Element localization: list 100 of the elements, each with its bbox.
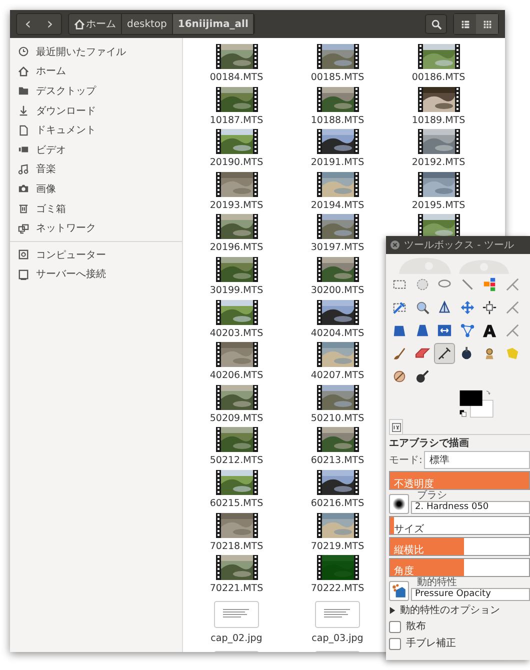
tool-icon — [504, 277, 520, 292]
sidebar-item[interactable]: 画像 — [10, 179, 182, 199]
tool-options-tab[interactable] — [389, 419, 403, 434]
brush-field[interactable]: 2. Hardness 050 — [411, 501, 530, 514]
sidebar-label: ネットワーク — [36, 222, 96, 236]
mode-label: モード: — [389, 454, 422, 467]
checkbox-label: 手ブレ補正 — [406, 637, 456, 651]
back-button[interactable]: ‹ — [17, 14, 39, 34]
sidebar-label: ダウンロード — [36, 104, 96, 118]
sidebar-item[interactable]: ドキュメント — [10, 120, 182, 140]
brush-label: ブラシ — [416, 491, 448, 501]
file-name: 70221.MTS — [210, 583, 264, 594]
file-name: 00185.MTS — [310, 72, 364, 83]
sidebar-label: 最近開いたファイル — [36, 46, 126, 59]
sidebar-item[interactable]: コンピューター — [10, 244, 182, 265]
dynamics-label: 動的特性 — [416, 578, 458, 588]
sidebar-item[interactable]: ゴミ箱 — [10, 198, 182, 218]
sidebar-item[interactable]: サーバーへ接続 — [10, 264, 182, 284]
tool-button[interactable] — [434, 343, 455, 364]
tool-icon — [392, 323, 407, 338]
brush-icon — [391, 496, 407, 512]
file-name: 00184.MTS — [210, 72, 264, 83]
color-swatch-drawing[interactable] — [458, 389, 494, 420]
place-icon — [18, 66, 29, 77]
place-icon — [18, 203, 29, 214]
sidebar-item[interactable]: ネットワーク — [10, 218, 182, 238]
file-name: 00186.MTS — [412, 72, 466, 83]
place-icon — [18, 183, 29, 194]
tool-options-icon — [392, 422, 400, 432]
grid-view-button[interactable] — [476, 14, 498, 34]
window-title: ツールボックス - ツール — [404, 239, 514, 252]
dynamics-options-expander[interactable]: 動的特性のオプション — [389, 603, 530, 617]
sidebar-item[interactable]: 最近開いたファイル — [10, 42, 182, 62]
file-name: 60213.MTS — [310, 455, 364, 466]
file-name: 30199.MTS — [210, 284, 264, 296]
checkbox-label: 散布 — [406, 620, 426, 634]
place-icon — [18, 164, 29, 175]
file-name: 20190.MTS — [210, 157, 264, 168]
dynamics-field[interactable]: Pressure Opacity — [411, 588, 530, 601]
tool-icon — [414, 323, 430, 338]
file-name: 20193.MTS — [210, 200, 264, 211]
file-name: 40207.MTS — [310, 370, 364, 382]
tool-icon — [392, 300, 407, 315]
tool-icon — [392, 346, 407, 361]
image-thumbnail — [214, 600, 259, 628]
tool-icon — [482, 323, 497, 338]
file-name: 70222.MTS — [310, 583, 364, 594]
tool-icon — [504, 323, 520, 338]
mode-dropdown[interactable]: 標準 — [424, 451, 530, 469]
option-slider[interactable]: サイズ — [389, 516, 530, 535]
grid-icon — [482, 18, 492, 30]
sidebar-item[interactable]: 音楽 — [10, 160, 182, 180]
sidebar-label: デスクトップ — [36, 84, 96, 98]
options-title: エアブラシで描画 — [389, 436, 470, 450]
file-name: 10187.MTS — [210, 114, 264, 126]
file-name: 10188.MTS — [310, 114, 364, 126]
tool-icon — [460, 277, 474, 292]
sidebar-label: ゴミ箱 — [36, 202, 66, 216]
sidebar-label: ホーム — [36, 65, 66, 78]
file-name: 40204.MTS — [310, 328, 364, 339]
sidebar-item[interactable]: ビデオ — [10, 140, 182, 160]
tool-icon — [414, 369, 430, 384]
file-name: 70218.MTS — [210, 540, 264, 552]
list-icon — [460, 18, 470, 30]
file-name: 60216.MTS — [310, 498, 364, 509]
brush-preview[interactable] — [389, 494, 409, 514]
home-icon — [74, 18, 85, 30]
tool-icon — [504, 346, 520, 361]
tool-icon — [460, 300, 474, 315]
tool-icon — [437, 300, 452, 315]
sidebar-item[interactable]: デスクトップ — [10, 81, 182, 101]
checkbox[interactable] — [389, 638, 401, 650]
path-button[interactable]: ホーム — [69, 14, 122, 34]
file-name: cap_03.jpg — [312, 632, 364, 644]
tool-icon — [392, 369, 407, 384]
tool-icon — [504, 300, 520, 315]
sidebar-label: コンピューター — [36, 248, 106, 262]
place-icon — [18, 144, 29, 156]
tool-icon — [437, 323, 452, 338]
place-icon — [18, 46, 29, 58]
tool-icon — [482, 277, 497, 292]
path-button[interactable]: 16niijima_all — [172, 14, 254, 34]
tool-icon — [437, 346, 452, 361]
sidebar-label: ドキュメント — [36, 124, 96, 138]
file-name: 20196.MTS — [210, 242, 264, 254]
file-name: 50209.MTS — [210, 412, 264, 424]
file-name: 40203.MTS — [210, 328, 264, 339]
search-button[interactable] — [425, 14, 447, 34]
close-icon[interactable] — [390, 240, 400, 250]
file-name: 20195.MTS — [412, 200, 466, 211]
file-name: 60215.MTS — [210, 498, 264, 509]
dynamics-preview[interactable] — [389, 581, 409, 601]
sidebar-item[interactable]: ホーム — [10, 62, 182, 82]
file-name: 40206.MTS — [210, 370, 264, 382]
file-name: 30200.MTS — [310, 284, 364, 296]
sidebar-item[interactable]: ダウンロード — [10, 100, 182, 120]
checkbox[interactable] — [389, 621, 401, 633]
tool-icon — [460, 323, 474, 338]
file-name: 30197.MTS — [310, 242, 364, 254]
forward-button[interactable]: › — [39, 14, 61, 34]
